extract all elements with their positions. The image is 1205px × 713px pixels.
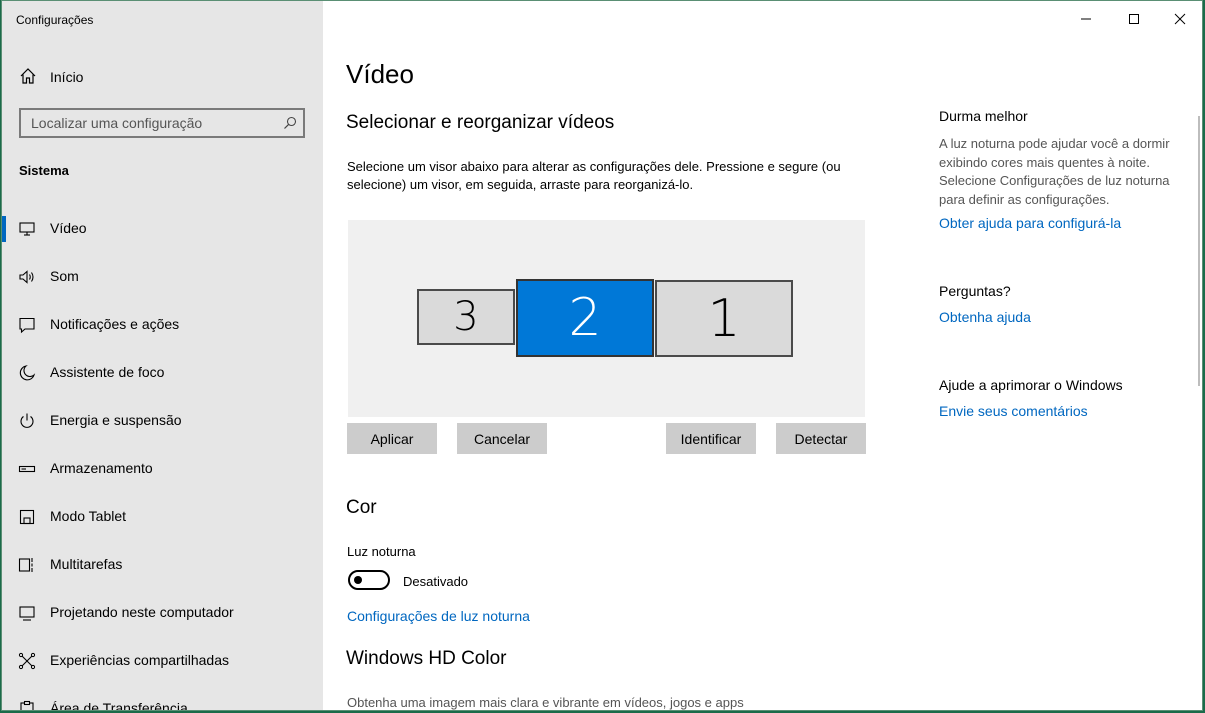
home-nav-item[interactable]: Início bbox=[2, 61, 323, 93]
sidebar-item-video[interactable]: Vídeo bbox=[2, 208, 323, 248]
identify-button[interactable]: Identificar bbox=[666, 423, 756, 454]
home-label: Início bbox=[50, 69, 84, 85]
close-button[interactable] bbox=[1157, 7, 1202, 35]
search-icon[interactable] bbox=[283, 116, 297, 135]
moon-icon bbox=[18, 364, 36, 382]
sidebar-item-label: Projetando neste computador bbox=[50, 604, 234, 620]
sidebar-item-storage[interactable]: Armazenamento bbox=[2, 448, 323, 488]
clipboard-icon bbox=[18, 700, 36, 710]
monitor-icon bbox=[18, 220, 36, 238]
close-icon bbox=[1174, 12, 1186, 30]
sidebar-item-sound[interactable]: Som bbox=[2, 256, 323, 296]
monitor-1-tile[interactable]: 1 bbox=[655, 280, 793, 357]
sidebar-item-shared[interactable]: Experiências compartilhadas bbox=[2, 640, 323, 680]
night-light-state: Desativado bbox=[403, 574, 469, 589]
cancel-button[interactable]: Cancelar bbox=[457, 423, 547, 454]
monitor-2-tile[interactable]: 2 bbox=[516, 279, 654, 357]
sleep-better-title: Durma melhor bbox=[939, 108, 1028, 124]
arrange-description: Selecione um visor abaixo para alterar a… bbox=[347, 159, 841, 192]
hd-color-heading: Windows HD Color bbox=[346, 648, 507, 669]
scrollbar[interactable] bbox=[1198, 116, 1200, 386]
sleep-better-text: A luz noturna pode ajudar você a dormir … bbox=[939, 136, 1170, 207]
toggle-knob bbox=[354, 576, 362, 584]
improve-windows-title: Ajude a aprimorar o Windows bbox=[939, 377, 1123, 393]
color-heading: Cor bbox=[346, 497, 377, 518]
sidebar-item-clipboard[interactable]: Área de Transferência bbox=[2, 688, 323, 711]
questions-title: Perguntas? bbox=[939, 283, 1011, 299]
arrange-heading: Selecionar e reorganizar vídeos bbox=[346, 112, 615, 133]
power-icon bbox=[18, 412, 36, 430]
sidebar-item-label: Vídeo bbox=[50, 220, 87, 236]
maximize-button[interactable] bbox=[1111, 7, 1157, 35]
sidebar-item-label: Modo Tablet bbox=[50, 508, 127, 524]
notification-icon bbox=[18, 316, 36, 334]
storage-icon bbox=[18, 460, 36, 478]
settings-window: Configurações Início Sistema Vídeo Som N… bbox=[1, 0, 1203, 711]
sidebar-item-projecting[interactable]: Projetando neste computador bbox=[2, 592, 323, 632]
shared-icon bbox=[18, 652, 36, 670]
multitask-icon bbox=[18, 556, 36, 574]
speaker-icon bbox=[18, 268, 36, 286]
app-title: Configurações bbox=[16, 13, 94, 27]
detect-button[interactable]: Detectar bbox=[776, 423, 866, 454]
sidebar-item-power[interactable]: Energia e suspensão bbox=[2, 400, 323, 440]
sidebar-item-focus-assist[interactable]: Assistente de foco bbox=[2, 352, 323, 392]
sidebar-item-label: Armazenamento bbox=[50, 460, 153, 476]
sidebar-item-label: Multitarefas bbox=[50, 556, 123, 572]
get-help-link[interactable]: Obtenha ajuda bbox=[939, 309, 1031, 325]
sidebar: Configurações Início Sistema Vídeo Som N… bbox=[2, 1, 323, 711]
apply-button[interactable]: Aplicar bbox=[347, 423, 437, 454]
project-icon bbox=[18, 604, 36, 622]
sleep-help-link[interactable]: Obter ajuda para configurá-la bbox=[939, 215, 1121, 231]
sidebar-item-label: Notificações e ações bbox=[50, 316, 180, 332]
sidebar-item-notifications[interactable]: Notificações e ações bbox=[2, 304, 323, 344]
hd-color-description: Obtenha uma imagem mais clara e vibrante… bbox=[347, 695, 744, 710]
page-title: Vídeo bbox=[346, 59, 414, 89]
display-arrangement-area[interactable]: 3 2 1 bbox=[348, 220, 865, 417]
sidebar-item-label: Energia e suspensão bbox=[50, 412, 182, 428]
sidebar-item-label: Experiências compartilhadas bbox=[50, 652, 229, 668]
sidebar-item-label: Som bbox=[50, 268, 79, 284]
search-box[interactable] bbox=[19, 108, 305, 138]
night-light-settings-link[interactable]: Configurações de luz noturna bbox=[347, 608, 530, 624]
sidebar-item-label: Assistente de foco bbox=[50, 364, 165, 380]
sidebar-item-label: Área de Transferência bbox=[50, 700, 188, 711]
minimize-icon bbox=[1080, 12, 1092, 30]
sidebar-item-tablet[interactable]: Modo Tablet bbox=[2, 496, 323, 536]
feedback-link[interactable]: Envie seus comentários bbox=[939, 403, 1088, 419]
main-content: Vídeo Selecionar e reorganizar vídeos Se… bbox=[323, 1, 1202, 710]
night-light-label: Luz noturna bbox=[347, 544, 416, 559]
sidebar-item-multitasking[interactable]: Multitarefas bbox=[2, 544, 323, 584]
night-light-toggle[interactable] bbox=[348, 570, 390, 590]
home-icon bbox=[19, 67, 37, 90]
maximize-icon bbox=[1128, 12, 1140, 30]
minimize-button[interactable] bbox=[1063, 7, 1109, 35]
search-input[interactable] bbox=[29, 114, 273, 132]
monitor-3-tile[interactable]: 3 bbox=[417, 289, 515, 345]
tablet-icon bbox=[18, 508, 36, 526]
section-heading: Sistema bbox=[19, 163, 69, 178]
